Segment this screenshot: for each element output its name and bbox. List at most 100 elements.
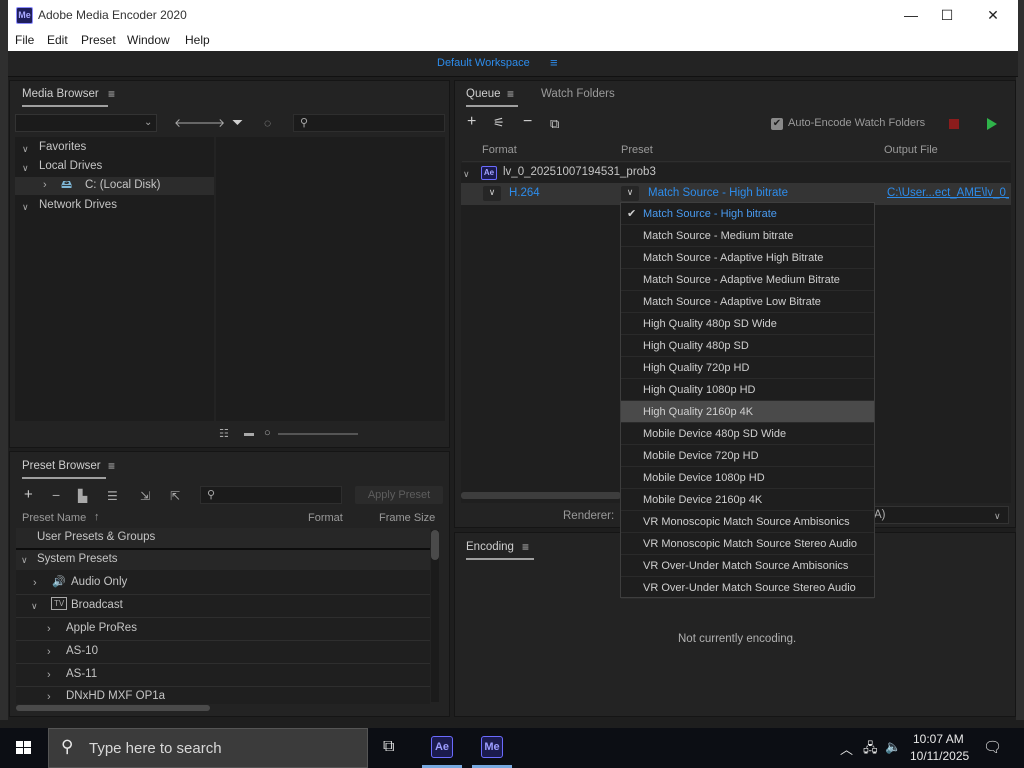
import-preset-icon[interactable]: ⇲ [140, 489, 150, 503]
tree-c-drive-row[interactable]: › 🖴 C: (Local Disk) [15, 177, 214, 195]
preset-option[interactable]: Mobile Device 2160p 4K [621, 489, 874, 511]
format-dropdown-button[interactable]: ∨ [483, 186, 501, 201]
chevron-down-icon[interactable]: ∨ [21, 553, 28, 567]
chevron-down-icon[interactable]: ∨ [22, 142, 29, 156]
menu-window[interactable]: Window [127, 33, 170, 47]
view-toggle-icon[interactable]: ◌ [264, 116, 271, 130]
remove-preset-icon[interactable]: − [52, 488, 60, 502]
chevron-down-icon[interactable]: ∨ [31, 599, 38, 613]
taskbar-search-box[interactable]: ⚲ Type here to search [48, 728, 368, 768]
tree-favorites[interactable]: Favorites [39, 141, 86, 153]
list-view-icon[interactable]: ☷ [219, 427, 229, 441]
preset-browser-tab[interactable]: Preset Browser [22, 460, 101, 472]
encoding-menu-icon[interactable]: ≡ [522, 540, 529, 554]
preset-option[interactable]: High Quality 480p SD Wide [621, 313, 874, 335]
preset-settings-icon[interactable]: ☰ [107, 489, 118, 503]
menu-edit[interactable]: Edit [47, 33, 68, 47]
preset-option[interactable]: Match Source - Medium bitrate [621, 225, 874, 247]
column-frame-size[interactable]: Frame Size [379, 512, 435, 524]
column-format[interactable]: Format [308, 512, 343, 524]
chevron-right-icon[interactable]: › [47, 690, 51, 704]
preset-option[interactable]: Match Source - Adaptive High Bitrate [621, 247, 874, 269]
list-item[interactable]: › DNxHD MXF OP1a [16, 686, 430, 704]
preset-option[interactable]: High Quality 1080p HD [621, 379, 874, 401]
watch-folders-tab[interactable]: Watch Folders [541, 88, 615, 100]
preset-option[interactable]: VR Over-Under Match Source Ambisonics [621, 555, 874, 577]
media-browser-menu-icon[interactable]: ≡ [108, 87, 115, 101]
scrollbar-thumb[interactable] [431, 530, 439, 560]
location-dropdown[interactable]: ⌄ [15, 114, 157, 132]
auto-encode-checkbox[interactable]: ✔ [771, 118, 783, 130]
preset-option[interactable]: Match Source - Adaptive Low Bitrate [621, 291, 874, 313]
chevron-up-icon[interactable]: ︿ [840, 739, 853, 758]
tree-local-drives[interactable]: Local Drives [39, 160, 102, 172]
menu-file[interactable]: File [15, 33, 34, 47]
filter-icon[interactable]: ⏷ [232, 115, 243, 129]
menu-help[interactable]: Help [185, 33, 210, 47]
zoom-slider-track[interactable] [278, 433, 358, 435]
preset-option[interactable]: High Quality 720p HD [621, 357, 874, 379]
start-queue-button[interactable] [987, 118, 997, 130]
media-encoder-taskbar-icon[interactable]: Me [481, 736, 503, 758]
preset-dropdown-button[interactable]: ∨ [621, 186, 639, 201]
media-browser-tab[interactable]: Media Browser [22, 88, 99, 100]
add-preset-icon[interactable]: + [24, 487, 33, 502]
stop-queue-button[interactable] [949, 119, 959, 129]
list-item[interactable]: › 🔊 Audio Only [16, 572, 430, 594]
preset-option[interactable]: Mobile Device 1080p HD [621, 467, 874, 489]
preset-search-input[interactable]: ⚲ [200, 486, 342, 504]
list-item[interactable]: ∨ System Presets [16, 550, 430, 570]
chevron-right-icon[interactable]: › [33, 576, 37, 590]
chevron-right-icon[interactable]: › [47, 668, 51, 682]
media-search-input[interactable]: ⚲ [293, 114, 445, 132]
queue-settings-icon[interactable]: ⚟ [493, 116, 505, 130]
notifications-icon[interactable]: 🗨 [983, 738, 1002, 756]
task-view-icon[interactable]: ⧉ [383, 738, 394, 756]
chevron-right-icon[interactable]: › [43, 178, 47, 192]
preset-option[interactable]: Match Source - Adaptive Medium Bitrate [621, 269, 874, 291]
default-workspace-tab[interactable]: Default Workspace [437, 57, 530, 69]
preset-option[interactable]: ✔ Match Source - High bitrate [621, 203, 874, 225]
preset-list-scrollbar[interactable] [431, 530, 439, 702]
list-item[interactable]: › AS-11 [16, 664, 430, 686]
list-item[interactable]: › AS-10 [16, 641, 430, 663]
network-icon[interactable]: 🖧 [863, 739, 878, 761]
duplicate-icon[interactable]: ⧉ [550, 117, 559, 131]
forward-arrow-icon[interactable]: 🡒 [193, 116, 225, 130]
queue-horizontal-scrollbar[interactable] [461, 492, 621, 499]
list-item[interactable]: ∨ TV Broadcast [16, 595, 430, 617]
queue-item-name[interactable]: lv_0_20251007194531_prob3 [503, 166, 656, 178]
maximize-button[interactable]: ☐ [924, 0, 970, 31]
chevron-down-icon[interactable]: ∨ [22, 161, 29, 175]
tree-network-drives[interactable]: Network Drives [39, 199, 117, 211]
horizontal-scrollbar-thumb[interactable] [16, 705, 210, 711]
new-group-icon[interactable]: ▙ [78, 489, 87, 503]
preset-option[interactable]: Mobile Device 720p HD [621, 445, 874, 467]
remove-source-icon[interactable]: − [523, 114, 532, 130]
preset-option[interactable]: High Quality 480p SD [621, 335, 874, 357]
list-item[interactable]: › Apple ProRes [16, 618, 430, 640]
sort-ascending-icon[interactable]: ↑ [94, 511, 100, 523]
list-item[interactable]: User Presets & Groups [16, 528, 430, 548]
format-value[interactable]: H.264 [509, 187, 540, 199]
workspace-menu-icon[interactable]: ≡ [550, 55, 558, 70]
queue-menu-icon[interactable]: ≡ [507, 87, 514, 101]
clock-time[interactable]: 10:07 AM [913, 732, 964, 746]
chevron-right-icon[interactable]: › [47, 622, 51, 636]
close-button[interactable]: ✕ [970, 0, 1016, 31]
chevron-down-icon[interactable]: ∨ [463, 167, 470, 181]
add-source-icon[interactable]: + [467, 114, 476, 130]
preset-option[interactable]: High Quality 2160p 4K [621, 401, 874, 423]
preset-option[interactable]: Mobile Device 480p SD Wide [621, 423, 874, 445]
chevron-right-icon[interactable]: › [47, 645, 51, 659]
output-file-link[interactable]: C:\User...ect_AME\lv_0_ [887, 187, 1009, 199]
column-output-file[interactable]: Output File [884, 144, 938, 156]
after-effects-taskbar-icon[interactable]: Ae [431, 736, 453, 758]
queue-tab[interactable]: Queue [466, 88, 501, 100]
auto-encode-label[interactable]: Auto-Encode Watch Folders [788, 117, 925, 129]
volume-muted-icon[interactable]: 🔈 [885, 739, 901, 755]
preset-option[interactable]: VR Monoscopic Match Source Stereo Audio [621, 533, 874, 555]
export-preset-icon[interactable]: ⇱ [170, 489, 180, 503]
renderer-dropdown[interactable]: A) ∨ [867, 506, 1009, 524]
preset-value[interactable]: Match Source - High bitrate [648, 187, 788, 199]
